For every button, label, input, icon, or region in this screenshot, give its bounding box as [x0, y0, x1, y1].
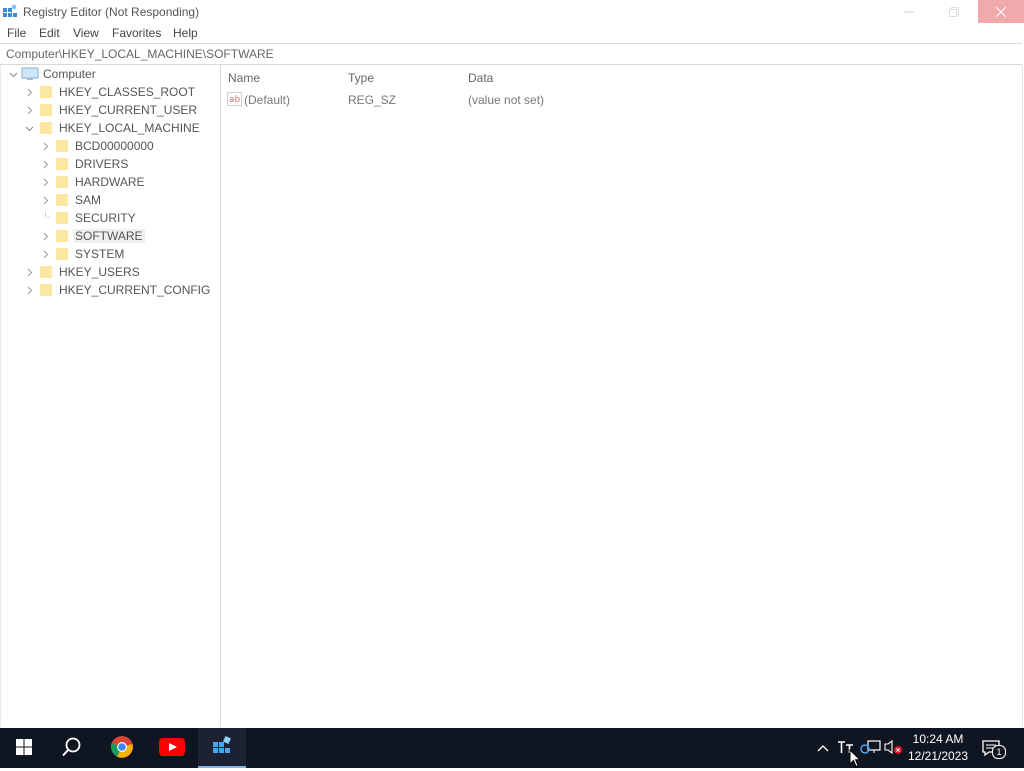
key-tree[interactable]: Computer HKEY_CLASSES_ROOT HKEY_CURRENT_…: [0, 65, 216, 727]
chevron-right-icon[interactable]: [41, 178, 50, 187]
tree-label: HKEY_CURRENT_USER: [59, 103, 198, 117]
chevron-right-icon[interactable]: [41, 196, 50, 205]
tree-item-drivers[interactable]: DRIVERS: [1, 155, 215, 173]
registry-editor-icon: [211, 735, 233, 760]
tree-label: SAM: [75, 193, 102, 207]
tree-label: SECURITY: [75, 211, 136, 225]
minimize-button[interactable]: [886, 0, 931, 23]
registry-editor-taskbar-button[interactable]: [198, 728, 246, 768]
tree-item-software[interactable]: SOFTWARE: [1, 227, 215, 245]
folder-icon: [55, 229, 69, 243]
chevron-right-icon[interactable]: [25, 286, 34, 295]
menu-view[interactable]: View: [73, 26, 99, 40]
network-disconnected-icon: [860, 739, 882, 758]
folder-icon: [55, 211, 69, 225]
chrome-icon: [110, 735, 134, 762]
folder-icon: [55, 193, 69, 207]
tree-connector-icon: [41, 210, 50, 221]
tree-item-hkey-classes-root[interactable]: HKEY_CLASSES_ROOT: [1, 83, 215, 101]
string-value-icon: ab: [227, 91, 243, 107]
menu-help[interactable]: Help: [173, 26, 198, 40]
value-name[interactable]: (Default): [244, 93, 290, 107]
value-type: REG_SZ: [348, 93, 397, 107]
chevron-up-icon: [817, 741, 829, 755]
clock-date: 12/21/2023: [907, 749, 969, 763]
tree-item-system[interactable]: SYSTEM: [1, 245, 215, 263]
start-icon: [15, 738, 33, 759]
tree-label: HARDWARE: [75, 175, 145, 189]
tree-label: Computer: [43, 67, 96, 81]
volume-muted-icon: [884, 739, 904, 758]
folder-icon: [39, 85, 53, 99]
tree-label-selected: SOFTWARE: [73, 229, 145, 243]
address-path: Computer\HKEY_LOCAL_MACHINE\SOFTWARE: [6, 47, 274, 61]
tree-item-hkey-local-machine[interactable]: HKEY_LOCAL_MACHINE: [1, 119, 215, 137]
chevron-right-icon[interactable]: [25, 106, 34, 115]
chevron-down-icon[interactable]: [25, 124, 34, 133]
svg-text:ab: ab: [229, 95, 241, 105]
tree-label: HKEY_CLASSES_ROOT: [59, 85, 196, 99]
folder-icon: [39, 283, 53, 297]
tree-item-computer[interactable]: Computer: [1, 65, 215, 83]
maximize-button[interactable]: [931, 0, 976, 23]
clock[interactable]: 10:24 AM 12/21/2023: [906, 731, 970, 765]
tree-item-hkey-users[interactable]: HKEY_USERS: [1, 263, 215, 281]
notification-icon: 1: [981, 739, 1006, 759]
youtube-icon: [159, 737, 185, 759]
address-bar[interactable]: Computer\HKEY_LOCAL_MACHINE\SOFTWARE: [0, 43, 1022, 65]
menu-bar: File Edit View Favorites Help: [0, 23, 1024, 43]
action-center-button[interactable]: 1: [980, 738, 1006, 759]
chevron-down-icon[interactable]: [9, 70, 18, 79]
tree-item-security[interactable]: SECURITY: [1, 209, 215, 227]
folder-open-icon: [39, 121, 53, 135]
chevron-right-icon[interactable]: [41, 160, 50, 169]
chevron-right-icon[interactable]: [25, 268, 34, 277]
tree-item-sam[interactable]: SAM: [1, 191, 215, 209]
volume-button[interactable]: [884, 738, 904, 758]
show-hidden-icons-button[interactable]: [814, 738, 832, 758]
column-header-name[interactable]: Name: [228, 71, 260, 85]
folder-icon: [55, 157, 69, 171]
notification-count-badge: 1: [992, 745, 1006, 759]
search-button[interactable]: [48, 728, 96, 768]
tree-label: HKEY_USERS: [59, 265, 140, 279]
chrome-taskbar-button[interactable]: [98, 728, 146, 768]
menu-file[interactable]: File: [7, 26, 26, 40]
chevron-right-icon[interactable]: [41, 142, 50, 151]
registry-editor-icon: [2, 4, 18, 20]
search-icon: [61, 736, 83, 761]
folder-icon: [39, 103, 53, 117]
column-header-type[interactable]: Type: [348, 71, 374, 85]
tree-item-hkey-current-config[interactable]: HKEY_CURRENT_CONFIG: [1, 281, 215, 299]
tree-label: DRIVERS: [75, 157, 129, 171]
tree-label: SYSTEM: [75, 247, 125, 261]
values-list[interactable]: Name Type Data ab (Default) REG_SZ (valu…: [221, 65, 1023, 727]
folder-icon: [55, 175, 69, 189]
youtube-taskbar-button[interactable]: [148, 728, 196, 768]
tree-label: HKEY_CURRENT_CONFIG: [59, 283, 211, 297]
tree-label: HKEY_LOCAL_MACHINE: [59, 121, 200, 135]
folder-icon: [39, 265, 53, 279]
computer-icon: [21, 67, 39, 81]
window-title: Registry Editor (Not Responding): [23, 5, 200, 19]
chevron-right-icon[interactable]: [25, 88, 34, 97]
clock-time: 10:24 AM: [912, 732, 964, 746]
network-button[interactable]: [860, 738, 882, 758]
value-data: (value not set): [468, 93, 545, 107]
column-header-data[interactable]: Data: [468, 71, 493, 85]
tree-label: BCD00000000: [75, 139, 154, 153]
tree-item-hkey-current-user[interactable]: HKEY_CURRENT_USER: [1, 101, 215, 119]
chevron-right-icon[interactable]: [41, 250, 50, 259]
menu-edit[interactable]: Edit: [39, 26, 60, 40]
start-button[interactable]: [0, 728, 48, 768]
title-bar: Registry Editor (Not Responding): [0, 0, 1024, 23]
folder-icon: [55, 247, 69, 261]
chevron-right-icon[interactable]: [41, 232, 50, 241]
taskbar: 10:24 AM 12/21/2023 1: [0, 728, 1024, 768]
close-button[interactable]: [978, 0, 1024, 23]
tree-item-bcd00000000[interactable]: BCD00000000: [1, 137, 215, 155]
menu-favorites[interactable]: Favorites: [112, 26, 161, 40]
folder-icon: [55, 139, 69, 153]
tree-item-hardware[interactable]: HARDWARE: [1, 173, 215, 191]
